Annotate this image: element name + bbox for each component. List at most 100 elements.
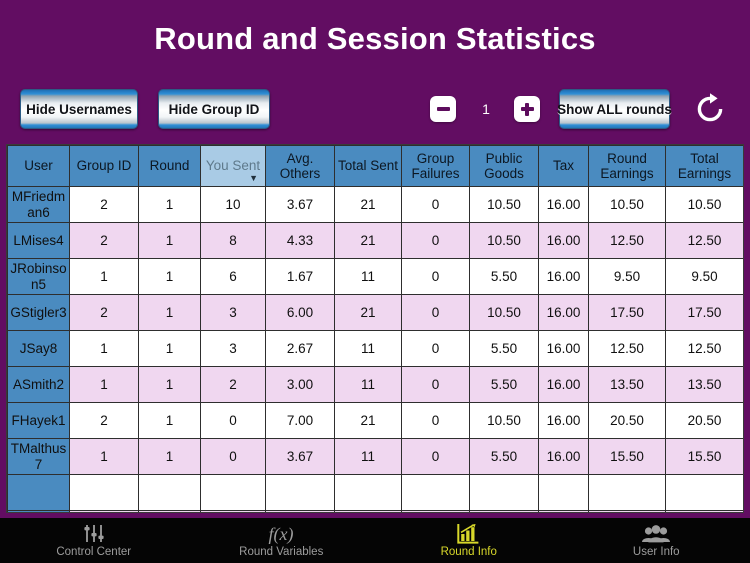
column-header-avg-others[interactable]: Avg. Others xyxy=(265,145,335,187)
tab-user-info[interactable]: User Info xyxy=(563,518,750,563)
cell-user: ASmith2 xyxy=(7,366,70,403)
cell-tax: 16.00 xyxy=(538,258,589,295)
tab-round-info-label: Round Info xyxy=(440,546,497,558)
refresh-button[interactable] xyxy=(693,92,727,126)
cell-total-sent xyxy=(334,510,402,512)
svg-text:f(x): f(x) xyxy=(269,524,294,544)
table-header: User Group ID Round You Sent ▼ Avg. Others Tot… xyxy=(7,145,743,187)
column-header-tax[interactable]: Tax xyxy=(538,145,589,187)
cell-group-failures: 0 xyxy=(401,438,470,475)
table-row[interactable]: LMises4 2 1 8 4.33 21 0 10.50 16.00 12.50 12.50 xyxy=(7,222,743,259)
cell-group-id: 2 xyxy=(69,294,139,331)
round-decrement-button[interactable] xyxy=(430,96,456,122)
cell-round: 1 xyxy=(138,330,201,367)
cell-public-goods: 5.50 xyxy=(469,330,539,367)
tab-control-center-label: Control Center xyxy=(56,546,132,558)
page-title: Round and Session Statistics xyxy=(154,21,596,56)
cell-round-earnings: 15.50 xyxy=(588,438,666,475)
minus-icon xyxy=(436,107,450,111)
cell-you-sent: 6 xyxy=(200,258,266,295)
tab-control-center[interactable]: Control Center xyxy=(0,518,188,563)
sort-caret-icon: ▼ xyxy=(249,173,258,183)
cell-round-earnings: 12.50 xyxy=(588,222,666,259)
show-all-rounds-button[interactable]: Show ALL rounds xyxy=(557,89,672,129)
cell-group-failures: 0 xyxy=(401,330,470,367)
column-header-group-id[interactable]: Group ID xyxy=(69,145,139,187)
table-row[interactable]: MFriedman6 2 1 10 3.67 21 0 10.50 16.00 10.50 10.5… xyxy=(7,186,743,223)
cell-avg-others: 3.00 xyxy=(265,366,335,403)
table-row[interactable]: TMalthus7 1 1 0 3.67 11 0 5.50 16.00 15.50 15.50 xyxy=(7,438,743,475)
cell-you-sent: 2 xyxy=(200,366,266,403)
statistics-table: User Group ID Round You Sent ▼ Avg. Others Tot… xyxy=(7,145,743,512)
column-header-round[interactable]: Round xyxy=(138,145,201,187)
column-header-public-goods[interactable]: Public Goods xyxy=(469,145,539,187)
cell-round: 1 xyxy=(138,222,201,259)
cell-you-sent: 10 xyxy=(200,186,266,223)
people-icon xyxy=(641,523,671,544)
cell-total-earnings: 12.50 xyxy=(665,330,743,367)
tab-bar: Control Center f(x) Round Variables Roun… xyxy=(0,518,750,563)
table-row[interactable]: FHayek1 2 1 0 7.00 21 0 10.50 16.00 20.50 20.50 xyxy=(7,402,743,439)
cell-group-failures xyxy=(401,510,470,512)
cell-total-earnings: 12.50 xyxy=(665,222,743,259)
table-row[interactable]: JRobinson5 1 1 6 1.67 11 0 5.50 16.00 9.50 9.50 xyxy=(7,258,743,295)
sliders-icon xyxy=(82,523,106,544)
cell-group-id: 2 xyxy=(69,402,139,439)
cell-tax xyxy=(538,474,589,511)
cell-total-earnings: 15.50 xyxy=(665,438,743,475)
cell-avg-others: 4.33 xyxy=(265,222,335,259)
function-icon: f(x) xyxy=(264,523,298,544)
cell-public-goods: 5.50 xyxy=(469,438,539,475)
cell-group-failures: 0 xyxy=(401,258,470,295)
cell-round-earnings: 9.50 xyxy=(588,258,666,295)
cell-total-earnings xyxy=(665,510,743,512)
cell-group-id: 2 xyxy=(69,222,139,259)
column-header-user[interactable]: User xyxy=(7,145,70,187)
column-header-total-earnings[interactable]: Total Earnings xyxy=(665,145,743,187)
cell-avg-others xyxy=(265,474,335,511)
table-row-empty[interactable] xyxy=(7,510,743,512)
tab-user-info-label: User Info xyxy=(632,546,680,558)
table-row[interactable]: JSay8 1 1 3 2.67 11 0 5.50 16.00 12.50 12.50 xyxy=(7,330,743,367)
cell-group-id: 1 xyxy=(69,366,139,403)
cell-tax: 16.00 xyxy=(538,402,589,439)
cell-tax: 16.00 xyxy=(538,294,589,331)
cell-group-id xyxy=(69,474,139,511)
statistics-table-container[interactable]: User Group ID Round You Sent ▼ Avg. Others Tot… xyxy=(6,144,744,513)
column-header-you-sent[interactable]: You Sent ▼ xyxy=(200,145,266,187)
table-row[interactable]: GStigler3 2 1 3 6.00 21 0 10.50 16.00 17.50 17.50 xyxy=(7,294,743,331)
cell-user xyxy=(7,474,70,511)
cell-public-goods: 10.50 xyxy=(469,294,539,331)
tab-round-info[interactable]: Round Info xyxy=(375,518,563,563)
tab-round-variables-label: Round Variables xyxy=(239,546,324,558)
cell-total-sent: 11 xyxy=(334,330,402,367)
cell-total-sent: 11 xyxy=(334,258,402,295)
cell-user: JSay8 xyxy=(7,330,70,367)
column-header-group-failures[interactable]: Group Failures xyxy=(401,145,470,187)
table-row-empty[interactable] xyxy=(7,474,743,511)
cell-group-id: 1 xyxy=(69,258,139,295)
round-increment-button[interactable] xyxy=(514,96,540,122)
cell-total-sent: 21 xyxy=(334,186,402,223)
cell-group-id xyxy=(69,510,139,512)
tab-round-variables[interactable]: f(x) Round Variables xyxy=(188,518,376,563)
cell-tax: 16.00 xyxy=(538,330,589,367)
cell-group-failures: 0 xyxy=(401,186,470,223)
cell-total-sent: 21 xyxy=(334,402,402,439)
cell-you-sent xyxy=(200,510,266,512)
cell-total-earnings xyxy=(665,474,743,511)
cell-tax xyxy=(538,510,589,512)
cell-total-earnings: 10.50 xyxy=(665,186,743,223)
cell-round xyxy=(138,510,201,512)
cell-group-failures: 0 xyxy=(401,294,470,331)
hide-usernames-button[interactable]: Hide Usernames xyxy=(20,89,138,129)
table-row[interactable]: ASmith2 1 1 2 3.00 11 0 5.50 16.00 13.50 13.50 xyxy=(7,366,743,403)
bar-chart-icon xyxy=(457,523,480,544)
cell-group-id: 2 xyxy=(69,186,139,223)
cell-group-failures: 0 xyxy=(401,222,470,259)
column-header-total-sent[interactable]: Total Sent xyxy=(334,145,402,187)
cell-public-goods xyxy=(469,510,539,512)
hide-group-id-button[interactable]: Hide Group ID xyxy=(158,89,270,129)
column-header-round-earnings[interactable]: Round Earnings xyxy=(588,145,666,187)
show-all-rounds-label: Show ALL rounds xyxy=(557,101,672,117)
